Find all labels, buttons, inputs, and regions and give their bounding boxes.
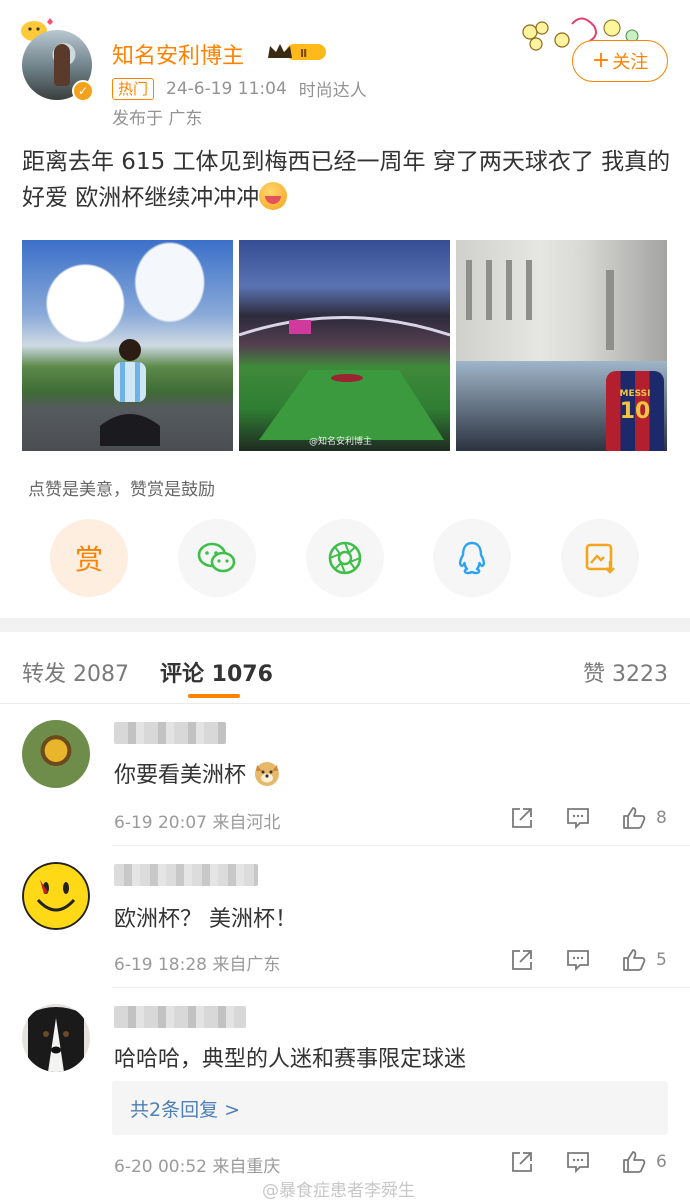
reply-comment-button[interactable]	[560, 1148, 596, 1176]
commenter-avatar[interactable]	[22, 720, 90, 788]
reply-comment-button[interactable]	[560, 946, 596, 974]
repost-comment-button[interactable]	[504, 804, 540, 832]
follow-label: 关注	[612, 52, 649, 73]
share-qq-button[interactable]	[433, 519, 511, 597]
moments-icon	[328, 541, 362, 575]
like-count: 6	[656, 1152, 667, 1172]
share-arrow-icon	[512, 1152, 532, 1172]
wechat-icon	[197, 542, 236, 573]
like-count: 5	[656, 950, 667, 970]
comment-meta: 6-19 20:07 来自河北	[114, 813, 281, 833]
post-location: 发布于 广东	[112, 109, 203, 129]
comment-bubble-icon	[567, 808, 589, 830]
comment-item: 欧洲杯？ 美洲杯！ 6-19 18:28 来自广东 5	[0, 846, 690, 988]
post-card: ✓ 知名安利博主 Ⅱ 热门 24-6-19 11:04 时尚达人 发布于 广东 …	[0, 0, 690, 618]
thumbs-up-icon	[623, 949, 646, 971]
author-name[interactable]: 知名安利博主	[112, 38, 244, 70]
follow-button[interactable]: + 关注	[572, 40, 668, 82]
svg-text:Ⅱ: Ⅱ	[300, 47, 307, 60]
like-count: 8	[656, 808, 667, 828]
border-collie-dog-icon	[22, 1004, 90, 1072]
commenter-name-blurred[interactable]	[114, 722, 226, 744]
repost-comment-button[interactable]	[504, 1148, 540, 1176]
thumbs-up-icon	[623, 807, 646, 829]
qq-icon	[459, 541, 485, 575]
comment-bubble-icon	[567, 950, 589, 972]
comment-bubble-icon	[567, 1152, 589, 1174]
post-meta: 热门 24-6-19 11:04 时尚达人	[112, 76, 367, 101]
post-image-2[interactable]: @知名安利博主	[239, 240, 450, 451]
verified-badge-icon: ✓	[72, 80, 94, 102]
reply-comment-button[interactable]	[560, 804, 596, 832]
image-watermark: @知名安利博主	[309, 437, 373, 447]
reward-button[interactable]: 赏	[50, 519, 128, 597]
share-moments-button[interactable]	[306, 519, 384, 597]
kiss-face-emoji-icon	[259, 182, 288, 210]
doge-emoji-icon	[255, 762, 280, 786]
replies-label: 共2条回复 >	[130, 1099, 241, 1121]
comment-text: 你要看美洲杯	[114, 757, 281, 789]
reward-label: 赏	[74, 543, 103, 576]
comment-meta: 6-20 00:52 来自重庆	[114, 1157, 281, 1177]
comment-item: 你要看美洲杯 6-19 20:07 来自河北 8	[0, 704, 690, 846]
girl-in-argentina-jersey-photo	[100, 339, 160, 446]
active-tab-indicator	[188, 694, 240, 698]
author-avatar[interactable]: ✓	[22, 30, 94, 102]
comment-meta: 6-19 18:28 来自广东	[114, 955, 281, 975]
section-divider	[0, 618, 690, 632]
tab-repost[interactable]: 转发 2087	[22, 656, 129, 688]
footer-watermark: @暴食症患者李舜生	[262, 1181, 415, 1201]
commenter-avatar[interactable]	[22, 1004, 90, 1072]
comment-actions: 6	[484, 1148, 668, 1176]
comment-actions: 5	[484, 946, 668, 974]
member-crown-icon[interactable]: Ⅱ	[266, 40, 328, 64]
stadium-pitch-photo	[239, 316, 450, 440]
commenter-name-blurred[interactable]	[114, 1006, 246, 1028]
like-comment-button[interactable]	[616, 946, 652, 974]
share-arrow-icon	[512, 950, 532, 970]
author-badge: 时尚达人	[298, 81, 367, 101]
share-arrow-icon	[512, 808, 532, 828]
messi-jersey: MESSI 10	[606, 371, 664, 451]
post-time: 24-6-19 11:04	[166, 78, 287, 99]
commenter-avatar[interactable]	[22, 862, 90, 930]
post-image-3[interactable]: MESSI 10	[456, 240, 667, 451]
commenter-name-blurred[interactable]	[114, 864, 258, 886]
view-replies-link[interactable]: 共2条回复 >	[112, 1081, 668, 1135]
comment-text: 哈哈哈，典型的人迷和赛事限定球迷	[114, 1047, 467, 1072]
save-image-button[interactable]	[561, 519, 639, 597]
like-comment-button[interactable]	[616, 804, 652, 832]
post-image-1[interactable]	[22, 240, 233, 451]
thumbs-up-icon	[623, 1151, 646, 1173]
post-text: 距离去年 615 工体见到梅西已经一周年 穿了两天球衣了 我真的好爱 欧洲杯继续…	[22, 149, 671, 211]
interaction-tabs: 转发 2087 评论 1076 赞 3223	[0, 632, 690, 704]
reward-caption: 点赞是美意，赞赏是鼓励	[28, 480, 215, 500]
hot-tag[interactable]: 热门	[112, 77, 155, 100]
repost-comment-button[interactable]	[504, 946, 540, 974]
comment-actions: 8	[484, 804, 668, 832]
share-wechat-button[interactable]	[178, 519, 256, 597]
smiley-face-icon	[22, 862, 90, 930]
plus-icon: +	[591, 48, 611, 73]
save-image-icon	[585, 543, 615, 574]
comment-text: 欧洲杯？ 美洲杯！	[114, 907, 297, 932]
tab-comments[interactable]: 评论 1076	[160, 656, 273, 688]
tab-likes[interactable]: 赞 3223	[583, 656, 668, 688]
like-comment-button[interactable]	[616, 1148, 652, 1176]
